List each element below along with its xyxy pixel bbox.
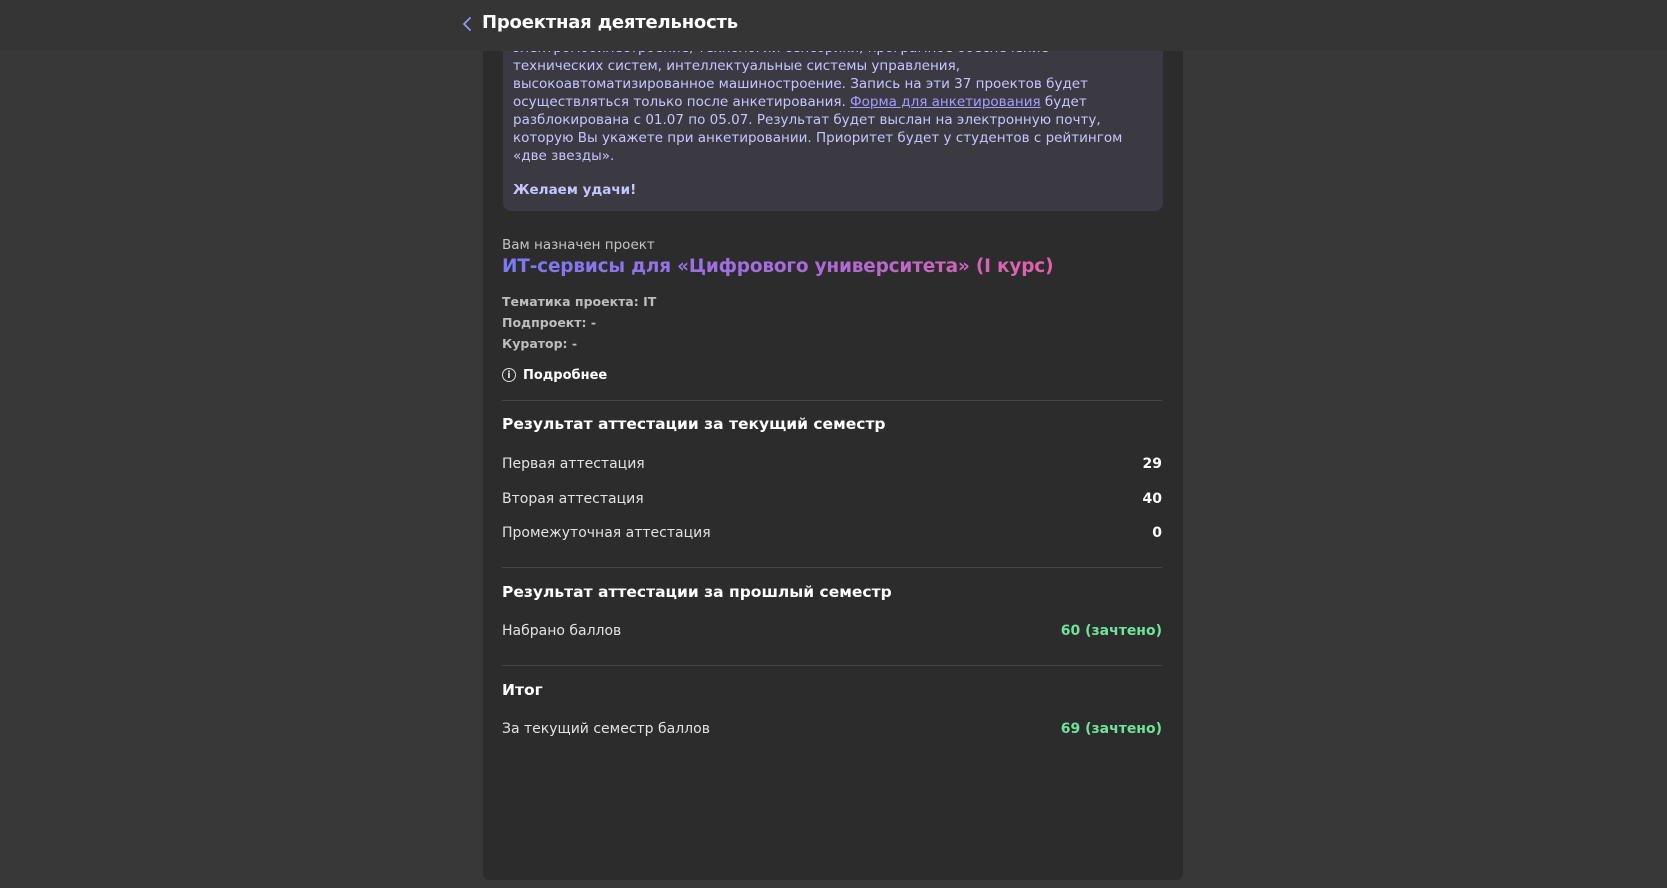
project-subproject: Подпроект: - [502,315,597,330]
project-curator: Куратор: - [502,336,578,351]
attestation-row: Вторая аттестация 40 [502,489,1162,509]
project-topic: Тематика проекта: IT [502,294,657,309]
row-label: Вторая аттестация [502,491,644,507]
page-title: Проектная деятельность [482,12,738,33]
row-value: 60 (зачтено) [1060,623,1162,639]
attestation-row: Промежуточная аттестация 0 [502,523,1162,543]
notice-text-fragment: будет [1040,94,1087,110]
current-semester-title: Результат аттестации за текущий семестр [502,415,886,433]
row-label: За текущий семестр баллов [502,721,710,737]
info-icon: i [502,368,516,382]
row-label: Первая аттестация [502,456,645,472]
notice-line: технических систем, интеллектуальные сис… [513,58,960,74]
row-value: 0 [1152,525,1162,541]
total-title: Итог [502,681,543,699]
project-name: ИТ-сервисы для «Цифрового университета» … [502,256,1054,277]
divider [502,665,1162,666]
notice-wish: Желаем удачи! [513,182,637,198]
notice-line: разблокирована с 01.07 по 05.07. Результ… [513,112,1101,128]
divider [502,567,1162,568]
notice-line: высокоавтоматизированное машиностроение.… [513,76,1088,92]
notice-text-fragment: осуществляться только после анкетировани… [513,94,851,110]
more-details-label: Подробнее [523,367,608,383]
row-label: Промежуточная аттестация [502,525,711,541]
notice-line: «две звезды». [513,148,615,164]
notice-line: которую Вы укажете при анкетировании. Пр… [513,130,1123,146]
assigned-project-label: Вам назначен проект [502,237,655,253]
back-button[interactable] [457,13,477,35]
attestation-row: Первая аттестация 29 [502,454,1162,474]
attestation-row: Набрано баллов 60 (зачтено) [502,621,1162,641]
previous-semester-title: Результат аттестации за прошлый семестр [502,583,892,601]
chevron-left-icon [463,17,471,31]
notice-line: осуществляться только после анкетировани… [513,93,1153,111]
row-value: 29 [1142,456,1162,472]
attestation-row: За текущий семестр баллов 69 (зачтено) [502,719,1162,739]
divider [502,400,1162,401]
notice-box: электромобилестроение, технологии сенсор… [503,36,1163,211]
top-bar: Проектная деятельность [0,0,1667,51]
project-card: электромобилестроение, технологии сенсор… [483,0,1183,880]
row-value: 69 (зачтено) [1060,721,1162,737]
more-details-button[interactable]: i Подробнее [502,366,607,384]
survey-form-link[interactable]: Форма для анкетирования [850,94,1041,110]
notice-text: электромобилестроение, технологии сенсор… [513,39,1153,165]
row-label: Набрано баллов [502,623,622,639]
row-value: 40 [1142,491,1162,507]
